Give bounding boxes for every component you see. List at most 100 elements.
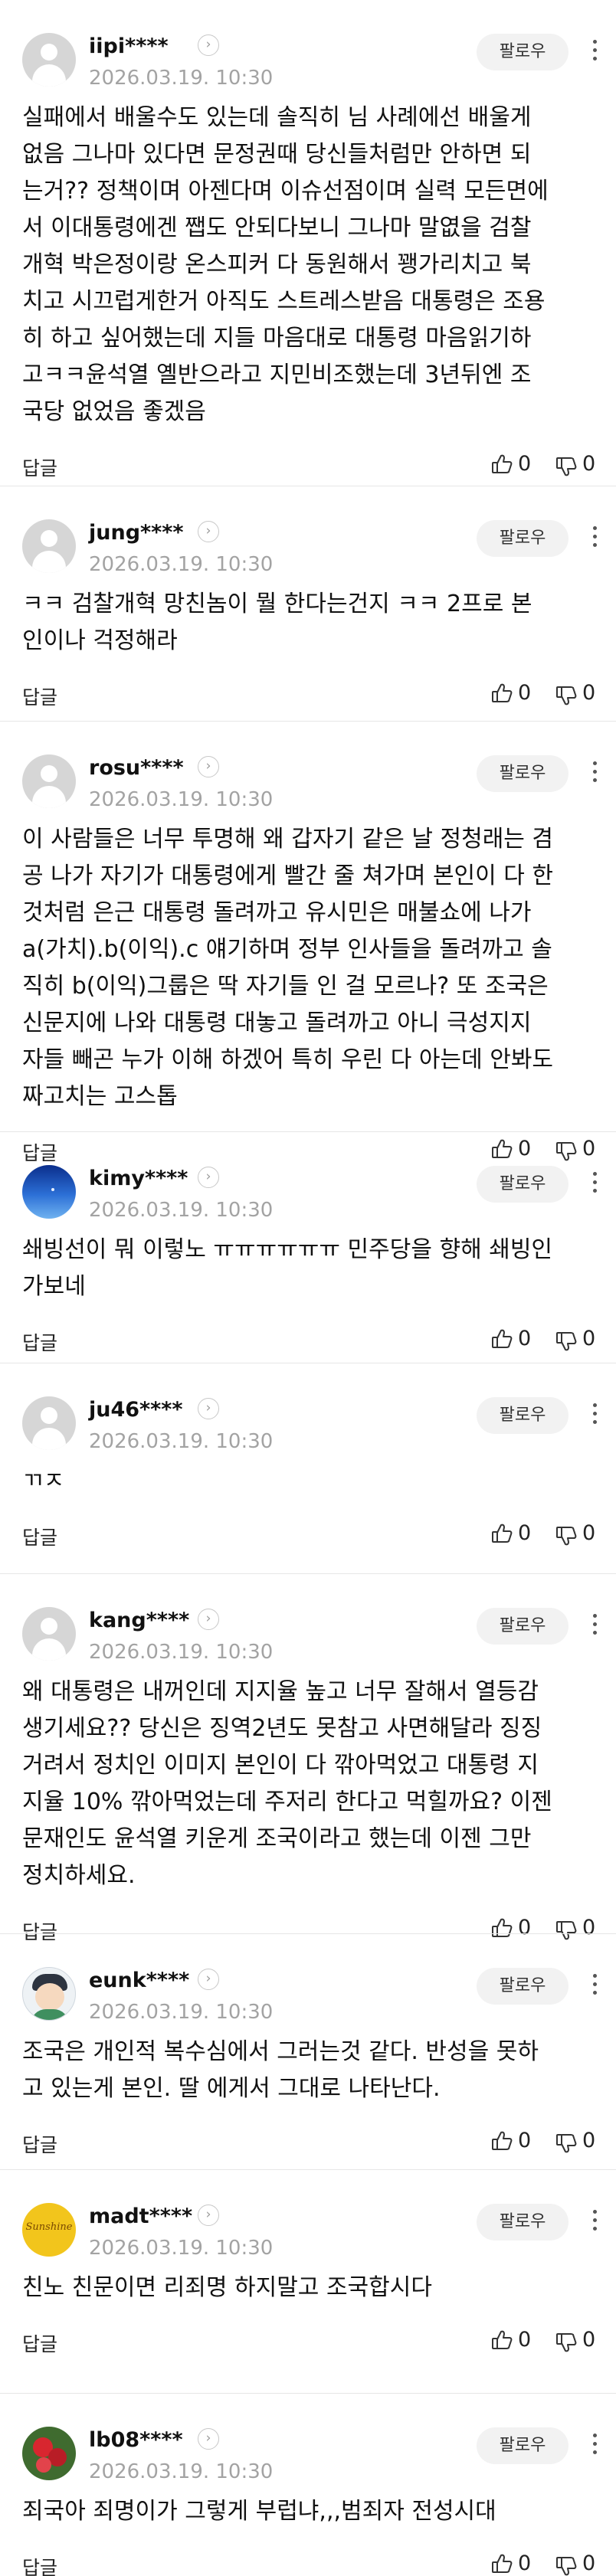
chevron-right-icon[interactable]: › — [198, 34, 219, 56]
username[interactable]: iipi**** — [89, 34, 169, 58]
comment-text-line: 신문지에 나와 대통령 대놓고 돌려까고 아니 극성지지 — [22, 1010, 532, 1036]
reply-button[interactable]: 답글 — [22, 2329, 57, 2357]
dislike-icon[interactable] — [555, 455, 578, 478]
dislike-icon[interactable] — [555, 1919, 578, 1942]
flower-photo-avatar[interactable] — [22, 2427, 76, 2480]
like-icon[interactable] — [490, 2129, 513, 2152]
comment-date: 2026.03.19. 10:30 — [89, 2237, 274, 2260]
reply-button[interactable]: 답글 — [22, 1138, 57, 1166]
sunshine-logo-avatar[interactable]: Sunshine — [22, 2203, 76, 2257]
username[interactable]: kang**** — [89, 1609, 189, 1632]
more-options-icon[interactable] — [587, 523, 602, 554]
follow-button[interactable]: 팔로우 — [477, 2204, 568, 2240]
cartoon-avatar[interactable] — [22, 1967, 76, 2021]
comment-text-line: 것처럼 은근 대통령 돌려까고 유시민은 매불쇼에 나가 — [22, 899, 532, 926]
comment-text-line: 거려서 정치인 이미지 본인이 다 깎아먹었고 대통령 지 — [22, 1752, 539, 1779]
reply-button[interactable]: 답글 — [22, 1523, 57, 1550]
follow-button[interactable]: 팔로우 — [477, 1397, 568, 1434]
dislike-icon[interactable] — [555, 684, 578, 707]
comment-text-line: 인이나 걱정해라 — [22, 627, 178, 654]
dislike-count: 0 — [582, 2551, 596, 2575]
username[interactable]: jung**** — [89, 521, 184, 545]
like-icon[interactable] — [490, 1916, 513, 1939]
like-icon[interactable] — [490, 1327, 513, 1350]
comment-text: 왜 대통령은 내꺼인데 지지율 높고 너무 잘해서 열등감 생기세요?? 당신은 … — [22, 1674, 598, 1894]
follow-button[interactable]: 팔로우 — [477, 1608, 568, 1645]
like-count: 0 — [518, 681, 532, 705]
chevron-right-icon[interactable]: › — [198, 1167, 219, 1188]
comment-text: 실패에서 배울수도 있는데 솔직히 님 사례에선 배울게 없음 그나마 있다면 문… — [22, 100, 598, 430]
comment-text-line: 치고 시끄럽게한거 아직도 스트레스받음 대통령은 조용 — [22, 288, 546, 315]
username[interactable]: lb08**** — [89, 2428, 183, 2452]
chevron-right-icon[interactable]: › — [198, 1969, 219, 1990]
comment-divider — [0, 1933, 616, 1934]
comment-text-line: 이 사람들은 너무 투명해 왜 갑자기 같은 날 정청래는 겸 — [22, 826, 554, 853]
dislike-count: 0 — [582, 1137, 596, 1160]
more-options-icon[interactable] — [587, 37, 602, 67]
comment-text-line: 가보네 — [22, 1273, 86, 1300]
follow-button[interactable]: 팔로우 — [477, 34, 568, 70]
like-icon[interactable] — [490, 453, 513, 476]
dislike-icon[interactable] — [555, 1330, 578, 1353]
comment-text-line: 자들 빼곤 누가 이해 하겠어 특히 우린 다 아는데 안봐도 — [22, 1046, 554, 1073]
follow-button[interactable]: 팔로우 — [477, 1968, 568, 2005]
chevron-right-icon[interactable]: › — [198, 2428, 219, 2450]
default-user-icon[interactable] — [22, 1607, 76, 1661]
more-options-icon[interactable] — [587, 758, 602, 789]
comment-text-line: 는거?? 정책이며 아젠다며 이슈선점이며 실력 모든면에 — [22, 178, 549, 205]
default-user-icon[interactable] — [22, 33, 76, 87]
sky-photo-avatar[interactable] — [22, 1165, 76, 1219]
like-icon[interactable] — [490, 1522, 513, 1545]
reply-button[interactable]: 답글 — [22, 2553, 57, 2576]
follow-button[interactable]: 팔로우 — [477, 2427, 568, 2464]
like-icon[interactable] — [490, 1137, 513, 1160]
comment-date: 2026.03.19. 10:30 — [89, 1430, 274, 1453]
dislike-icon[interactable] — [555, 2331, 578, 2354]
more-options-icon[interactable] — [587, 1971, 602, 2002]
like-icon[interactable] — [490, 2329, 513, 2352]
more-options-icon[interactable] — [587, 1400, 602, 1431]
dislike-count: 0 — [582, 681, 596, 705]
chevron-right-icon[interactable]: › — [198, 1398, 219, 1419]
comment-text-line: 직히 b(이익)그룹은 딱 자기들 인 걸 모르나? 또 조국은 — [22, 973, 549, 1000]
username[interactable]: kimy**** — [89, 1167, 188, 1190]
reply-button[interactable]: 답글 — [22, 2130, 57, 2158]
follow-button[interactable]: 팔로우 — [477, 755, 568, 792]
comment-text-line: 문재인도 윤석열 키운게 조국이라고 했는데 이젠 그만 — [22, 1825, 532, 1852]
username[interactable]: eunk**** — [89, 1969, 189, 1992]
comment-text-line: 짜고치는 고스톱 — [22, 1083, 178, 1110]
dislike-icon[interactable] — [555, 2132, 578, 2155]
dislike-count: 0 — [582, 1327, 596, 1350]
username[interactable]: madt**** — [89, 2204, 192, 2228]
default-user-icon[interactable] — [22, 754, 76, 808]
like-icon[interactable] — [490, 2552, 513, 2575]
reply-button[interactable]: 답글 — [22, 1328, 57, 1356]
like-count: 0 — [518, 1521, 532, 1545]
chevron-right-icon[interactable]: › — [198, 521, 219, 542]
comment-text-line: 실패에서 배울수도 있는데 솔직히 님 사례에선 배울게 — [22, 104, 532, 131]
more-options-icon[interactable] — [587, 2207, 602, 2237]
dislike-icon[interactable] — [555, 1140, 578, 1163]
reply-button[interactable]: 답글 — [22, 682, 57, 710]
username[interactable]: rosu**** — [89, 756, 184, 780]
chevron-right-icon[interactable]: › — [198, 2204, 219, 2226]
more-options-icon[interactable] — [587, 1611, 602, 1642]
comment-divider — [0, 1573, 616, 1574]
chevron-right-icon[interactable]: › — [198, 756, 219, 777]
dislike-icon[interactable] — [555, 1524, 578, 1547]
follow-button[interactable]: 팔로우 — [477, 520, 568, 557]
chevron-right-icon[interactable]: › — [198, 1609, 219, 1630]
username[interactable]: ju46**** — [89, 1398, 183, 1422]
more-options-icon[interactable] — [587, 1169, 602, 1200]
comment-date: 2026.03.19. 10:30 — [89, 2001, 274, 2024]
reply-button[interactable]: 답글 — [22, 1917, 57, 1945]
reply-button[interactable]: 답글 — [22, 453, 57, 481]
default-user-icon[interactable] — [22, 1396, 76, 1450]
dislike-icon[interactable] — [555, 2555, 578, 2576]
default-user-icon[interactable] — [22, 519, 76, 573]
follow-button[interactable]: 팔로우 — [477, 1166, 568, 1203]
like-icon[interactable] — [490, 682, 513, 705]
comment-text-line: 쇄빙선이 뭐 이렇노 ㅠㅠㅠㅠㅠㅠ 민주당을 향해 쇄빙인 — [22, 1236, 553, 1263]
more-options-icon[interactable] — [587, 2430, 602, 2461]
dislike-count: 0 — [582, 452, 596, 476]
